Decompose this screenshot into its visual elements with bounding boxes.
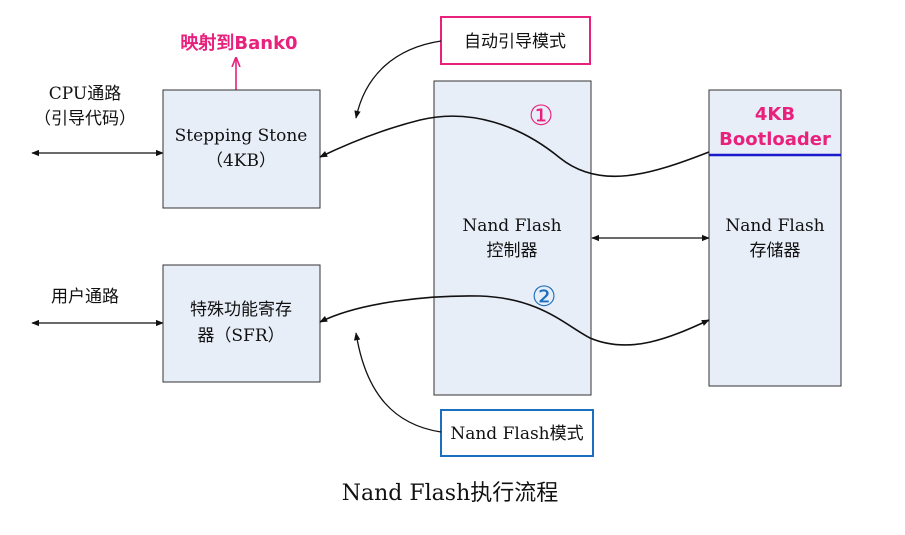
nand-flash-diagram: CPU通路 （引导代码） 用户通路 映射到Bank0 Stepping Ston… [31,16,842,506]
auto-boot-pointer-arrow [354,40,442,119]
bootloader-size-label: 4KB [755,104,795,125]
controller-label-line1: Nand Flash [462,216,561,236]
cpu-path-label-line2: （引导代码） [34,109,136,129]
storage-label-line1: Nand Flash [725,216,824,236]
storage-label-line2: 存储器 [750,241,801,261]
diagram-caption: Nand Flash执行流程 [342,481,559,506]
user-path-label: 用户通路 [51,287,119,307]
step-two-marker: ② [531,280,556,313]
stepping-stone-size: （4KB） [206,151,276,171]
bootloader-label: Bootloader [719,129,831,150]
controller-label-line2: 控制器 [487,241,538,261]
mapped-to-bank0-label: 映射到Bank0 [180,32,297,54]
nand-mode-pointer-arrow [353,332,442,433]
step-one-marker: ① [528,99,553,132]
stepping-stone-label: Stepping Stone [175,126,308,146]
auto-boot-mode-label: 自动引导模式 [464,32,566,52]
cpu-path-label-line1: CPU通路 [49,84,121,104]
sfr-label-line2: 器（SFR） [197,326,284,346]
stepping-stone-box [162,89,321,209]
nand-flash-mode-label: Nand Flash模式 [450,424,583,444]
sfr-label-line1: 特殊功能寄存 [190,300,292,320]
sfr-box [162,264,321,383]
